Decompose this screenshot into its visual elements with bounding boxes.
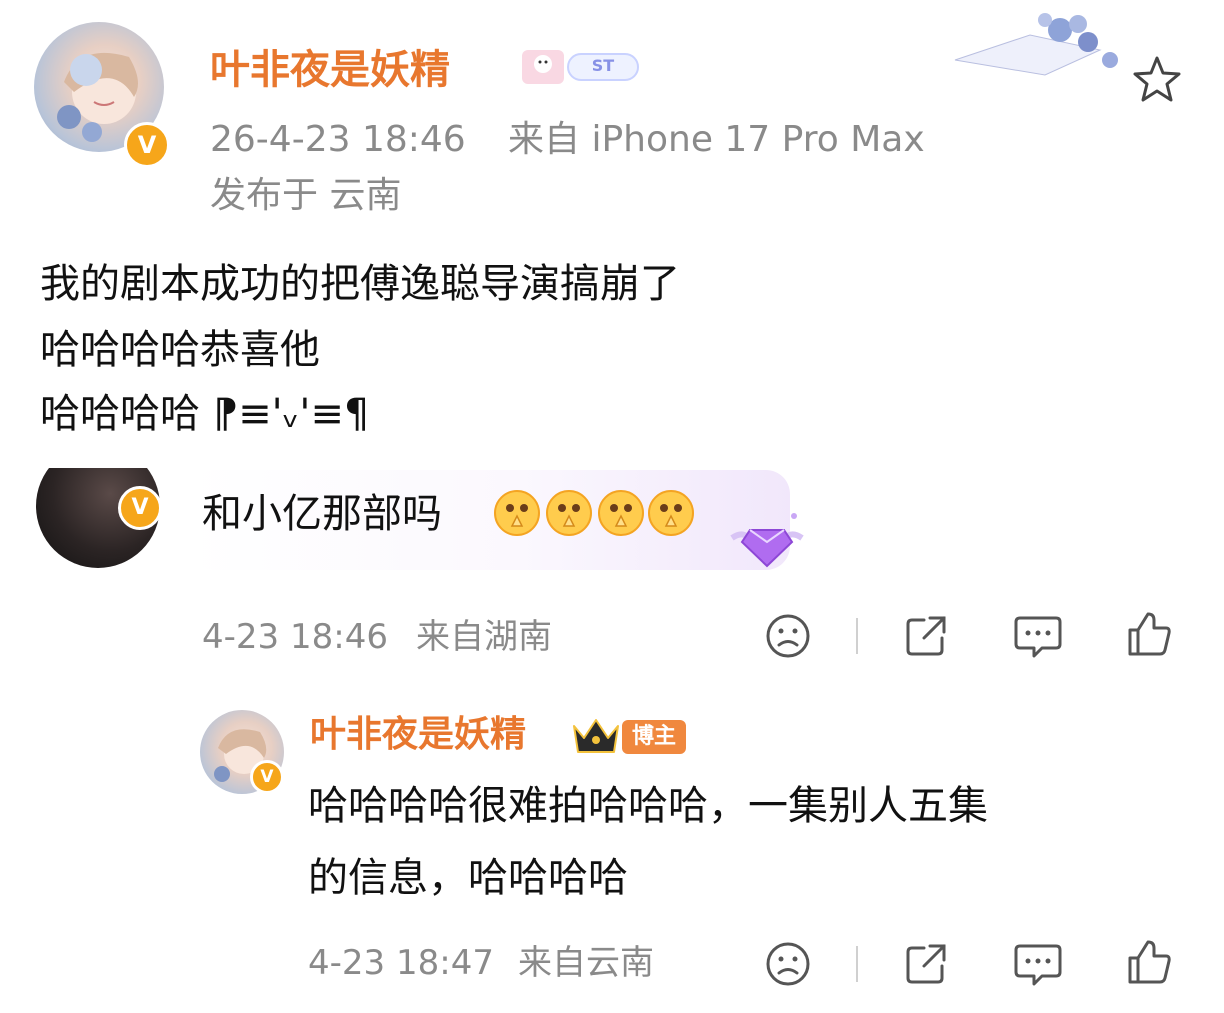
sad-face-icon[interactable] [764,940,812,988]
reply-author-name[interactable]: 叶非夜是妖精 [310,710,526,760]
blogger-role-badge: 博主 [622,720,687,754]
emoji-praying [544,488,594,538]
share-icon[interactable] [902,940,950,988]
verified-badge: V [124,122,170,168]
reply-text-line: 的信息，哈哈哈哈 [308,855,628,901]
share-icon[interactable] [902,612,950,660]
post-body-line: 哈哈哈哈恭喜他 [40,327,320,373]
comment-icon[interactable] [1012,612,1064,660]
verified-badge: V [118,486,162,530]
reply-time: 4-23 18:47 [308,943,494,983]
post-source: 来自 iPhone 17 Pro Max [508,119,925,160]
thumbs-up-icon[interactable] [1124,610,1174,660]
reply-location: 来自云南 [518,943,654,983]
comment-time: 4-23 18:46 [202,617,388,657]
crown-icon [570,714,622,758]
post-body-line: 我的剧本成功的把傅逸聪导演搞崩了 [40,261,680,307]
verified-badge: V [250,760,284,794]
post-body-line: 哈哈哈哈 ⁋≡'ᵥ'≡¶ [40,391,370,437]
thumbs-up-icon[interactable] [1124,938,1174,988]
action-divider [856,946,858,982]
comment-icon[interactable] [1012,940,1064,988]
emoji-praying [646,488,696,538]
action-divider [856,618,858,654]
member-decoration: ST [520,44,640,88]
header-decoration [950,10,1130,80]
star-icon[interactable] [1130,52,1184,106]
emoji-praying [492,488,542,538]
comment-text: 和小亿那部吗 [202,491,442,537]
sad-face-icon[interactable] [764,612,812,660]
post-location: 发布于 云南 [210,175,402,216]
reply-text-line: 哈哈哈哈很难拍哈哈哈，一集别人五集 [308,783,988,829]
post-time: 26-4-23 18:46 [210,119,466,160]
comment-location: 来自湖南 [416,617,552,657]
post-author-name[interactable]: 叶非夜是妖精 [210,42,450,98]
diamond-icon [722,508,812,576]
member-decoration-label: ST [591,56,615,75]
emoji-praying [596,488,646,538]
